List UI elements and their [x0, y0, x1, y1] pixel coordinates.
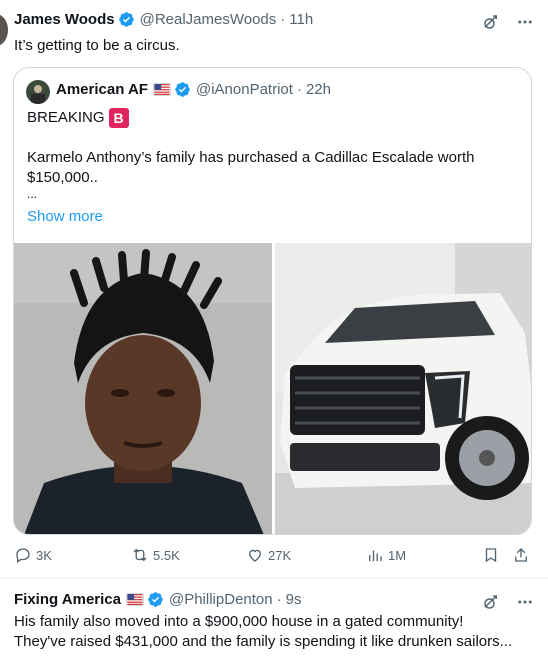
quote-tweet-card[interactable]: American AF @iAnonPatriot · 22h BREAKING… [13, 67, 532, 535]
views-count: 1M [388, 547, 407, 563]
tweet-header: Fixing America @PhillipDenton · 9s [14, 591, 301, 608]
like-button[interactable]: 27K [246, 546, 291, 564]
media-image-portrait[interactable] [14, 243, 272, 534]
author-handle[interactable]: @PhillipDenton [169, 591, 273, 608]
grok-icon[interactable] [480, 11, 502, 33]
show-more-link[interactable]: Show more [27, 208, 103, 225]
us-flag-icon [152, 83, 171, 96]
verified-badge-icon [175, 82, 190, 97]
tweet-action-bar: 3K 5.5K 27K 1M [14, 546, 534, 566]
us-flag-icon [125, 593, 144, 606]
bookmark-icon [485, 548, 497, 563]
quote-text-line: Karmelo Anthony’s family has purchased a… [27, 149, 475, 166]
share-icon [515, 548, 527, 562]
bookmark-button[interactable] [482, 546, 500, 564]
quote-timestamp[interactable]: 22h [306, 81, 331, 98]
reply-count: 3K [36, 547, 52, 563]
tweet-header-actions [480, 591, 536, 613]
verified-badge-icon [118, 12, 134, 27]
timestamp[interactable]: 9s [286, 591, 302, 608]
separator-dot: · [280, 11, 286, 28]
quote-avatar [26, 80, 50, 104]
tweet-text-line: They've raised $431,000 and the family i… [14, 633, 513, 650]
tweet-header: James Woods @RealJamesWoods · 11h [14, 11, 313, 28]
repost-icon [133, 548, 147, 562]
quote-ellipsis: ... [27, 187, 38, 201]
tweet-divider [0, 578, 548, 579]
tweet-text: It’s getting to be a circus. [14, 37, 180, 54]
quote-header: American AF @iAnonPatriot · 22h [56, 81, 331, 98]
quote-author-name[interactable]: American AF [56, 81, 148, 98]
more-options-icon[interactable] [514, 591, 536, 613]
repost-button[interactable]: 5.5K [131, 546, 180, 564]
like-count: 27K [268, 547, 292, 563]
timestamp[interactable]: 11h [289, 11, 313, 28]
avatar[interactable] [0, 14, 8, 46]
separator-dot: · [296, 81, 302, 98]
reply-icon [16, 548, 30, 564]
heart-icon [249, 549, 261, 562]
views-chart-icon [369, 550, 382, 561]
tweet-header-actions [480, 11, 536, 33]
separator-dot: · [276, 591, 282, 608]
share-button[interactable] [512, 546, 530, 564]
quote-text-line: $150,000.. [27, 169, 98, 186]
author-name[interactable]: Fixing America [14, 591, 121, 608]
more-options-icon[interactable] [514, 11, 536, 33]
tweet-text-line: His family also moved into a $900,000 ho… [14, 613, 464, 630]
quote-author-handle[interactable]: @iAnonPatriot [196, 81, 293, 98]
views-button[interactable]: 1M [366, 546, 406, 564]
grok-icon[interactable] [480, 591, 502, 613]
b-emoji-badge: B [108, 108, 129, 129]
author-name[interactable]: James Woods [14, 11, 115, 28]
repost-count: 5.5K [153, 547, 180, 563]
breaking-label: BREAKING [27, 109, 105, 126]
quote-line-breaking: BREAKING B [27, 108, 129, 129]
verified-badge-icon [148, 592, 163, 607]
author-handle[interactable]: @RealJamesWoods [140, 11, 277, 28]
media-image-suv[interactable] [275, 243, 531, 534]
reply-button[interactable]: 3K [14, 546, 52, 564]
